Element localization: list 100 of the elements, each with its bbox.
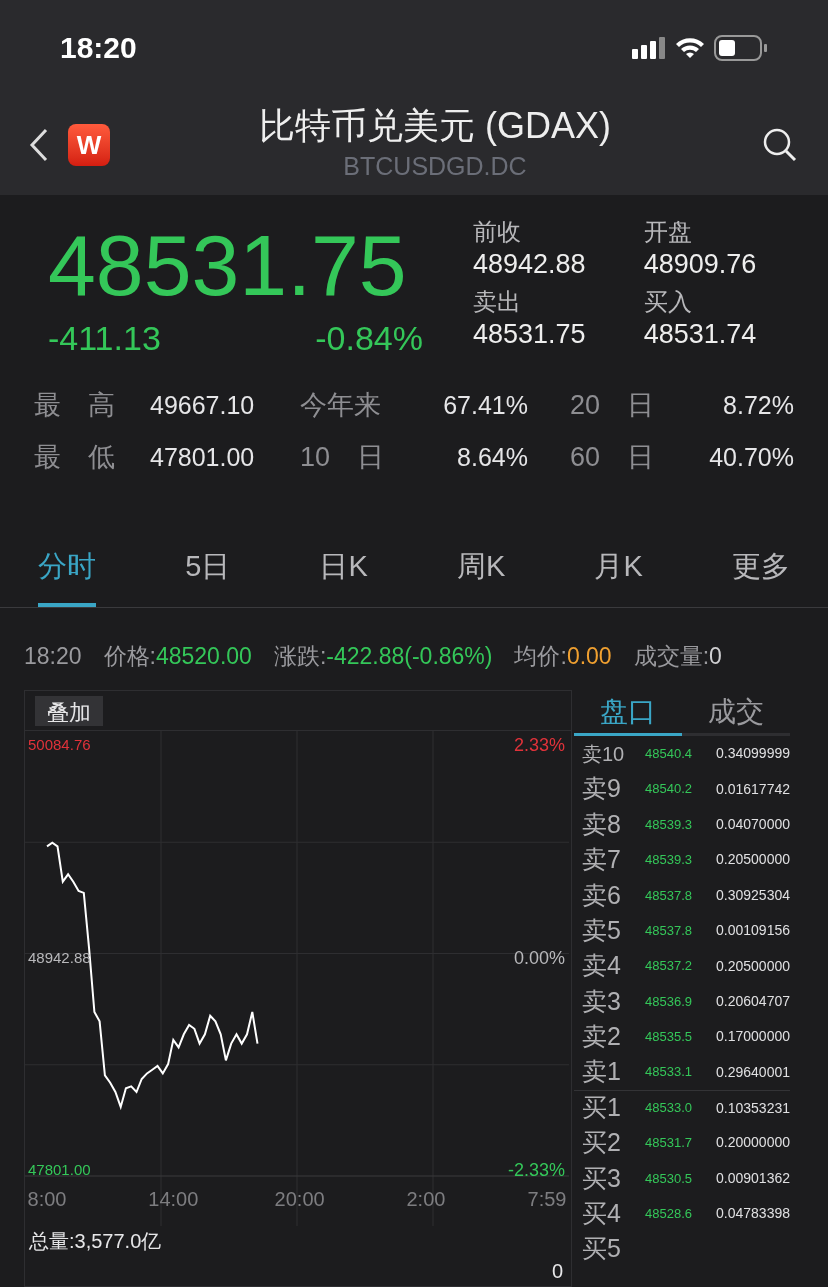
stat-label: 最 低 [34, 441, 116, 475]
order-price: 48531.7 [645, 1134, 694, 1153]
info-label: 均价: [514, 641, 567, 671]
order-price: 48533.1 [645, 1063, 694, 1082]
quote-value: 48531.74 [643, 318, 757, 351]
quote-value: 48942.88 [473, 248, 586, 281]
quote-label: 卖出 [473, 287, 522, 317]
y-axis-label: 50084.76 [28, 736, 91, 753]
quote-label: 开盘 [643, 217, 693, 247]
order-volume: 0.17000000 [716, 1027, 790, 1047]
back-button[interactable] [28, 127, 50, 163]
order-volume: 0.04070000 [716, 814, 790, 834]
search-icon [762, 127, 798, 163]
percent-change: -0.84% [315, 318, 423, 359]
info-value: 0.00 [566, 641, 612, 671]
order-level: 卖7 [582, 844, 622, 876]
percent-axis-label: 2.33% [513, 735, 565, 755]
info-label: 成交量: [633, 641, 710, 671]
back-icon [28, 127, 50, 163]
info-value: -422.88(-0.86%) [326, 641, 493, 671]
quote-value: 48909.76 [643, 248, 757, 281]
order-price: 48536.9 [645, 992, 694, 1011]
order-volume: 0.00109156 [716, 921, 790, 941]
stat-value: 8.64% [456, 441, 528, 473]
order-level: 买3 [582, 1162, 622, 1194]
stat-label: 60 日 [569, 441, 656, 475]
x-axis-label: 7:59 [527, 1188, 567, 1210]
wifi-icon [674, 35, 706, 60]
chart-tab[interactable]: 月K [594, 530, 643, 608]
chart-tab[interactable]: 周K [456, 530, 506, 608]
stat-value: 67.41% [442, 389, 528, 421]
info-label: 涨跌: [273, 641, 327, 671]
order-price: 48537.8 [645, 886, 694, 905]
last-price: 48531.75 [48, 217, 408, 313]
order-price: 48533.0 [645, 1099, 694, 1118]
app-logo[interactable]: W [68, 124, 110, 166]
order-volume: 0.30925304 [716, 885, 790, 905]
order-price: 48539.3 [645, 815, 694, 834]
order-level: 买2 [582, 1127, 622, 1159]
info-value: 0 [709, 641, 722, 671]
order-level: 买5 [582, 1233, 622, 1265]
order-volume: 0.10353231 [716, 1098, 790, 1118]
order-level: 卖6 [582, 879, 622, 911]
overlay-button[interactable]: 叠加 [35, 695, 103, 726]
order-volume: 0.20500000 [716, 850, 790, 870]
percent-axis-label: 0.00% [513, 947, 565, 968]
stat-value: 40.70% [708, 441, 794, 473]
chart-tab[interactable]: 日K [319, 530, 368, 608]
stat-label: 20 日 [569, 389, 656, 423]
order-price: 48537.8 [645, 921, 694, 940]
order-level: 卖3 [582, 985, 622, 1017]
x-axis-label: 2:00 [406, 1188, 446, 1210]
order-volume: 0.04783398 [716, 1204, 790, 1224]
chart-tab[interactable]: 分时 [38, 530, 96, 608]
order-price: 48537.2 [645, 957, 694, 976]
book-tab[interactable]: 成交 [682, 690, 790, 736]
order-volume: 0.00901362 [716, 1168, 790, 1188]
order-level: 卖10 [582, 741, 626, 767]
order-level: 卖5 [582, 914, 622, 946]
percent-axis-label: -2.33% [507, 1160, 565, 1180]
info-label: 价格: [103, 641, 156, 671]
order-volume: 0.01617742 [716, 779, 790, 799]
window-title: 比特币兑美元 (GDAX) [259, 104, 611, 149]
order-level: 卖2 [582, 1021, 622, 1053]
order-level: 卖4 [582, 950, 622, 982]
order-volume: 0.20000000 [716, 1133, 790, 1153]
chart-tab[interactable]: 更多 [731, 530, 790, 608]
book-tab[interactable]: 盘口 [574, 690, 682, 736]
battery-icon [714, 34, 768, 61]
order-price: 48540.4 [645, 744, 694, 763]
order-price: 48539.3 [645, 851, 694, 870]
y-axis-label: 47801.00 [28, 1161, 91, 1178]
quote-label: 前收 [473, 217, 522, 247]
volume-reading: 0 [551, 1259, 563, 1284]
stat-value: 47801.00 [150, 441, 256, 473]
order-volume: 0.29640001 [716, 1062, 790, 1082]
stat-label: 10 日 [300, 441, 386, 475]
x-axis-label: 20:00 [274, 1188, 325, 1210]
signal-icon [632, 36, 666, 59]
info-time: 18:20 [24, 641, 82, 671]
stat-value: 49667.10 [150, 389, 256, 421]
symbol-code: BTCUSDGD.DC [343, 151, 527, 183]
quote-value: 48531.75 [473, 318, 586, 351]
order-level: 卖8 [582, 808, 622, 840]
info-value: 48520.00 [155, 641, 252, 671]
status-time: 18:20 [60, 30, 137, 66]
price-change: -411.13 [48, 318, 161, 359]
order-level: 买1 [582, 1092, 622, 1124]
order-price: 48540.2 [645, 780, 694, 799]
order-level: 卖9 [582, 773, 622, 805]
order-level: 卖1 [582, 1056, 622, 1088]
order-volume: 0.20604707 [716, 991, 790, 1011]
stat-label: 今年来 [300, 389, 382, 423]
stat-value: 8.72% [722, 389, 794, 421]
order-level: 买4 [582, 1198, 622, 1230]
chart-tab[interactable]: 5日 [185, 530, 231, 608]
order-price: 48530.5 [645, 1169, 694, 1188]
quote-label: 买入 [643, 287, 693, 317]
order-volume: 0.34099999 [716, 744, 790, 764]
order-price: 48528.6 [645, 1205, 694, 1223]
